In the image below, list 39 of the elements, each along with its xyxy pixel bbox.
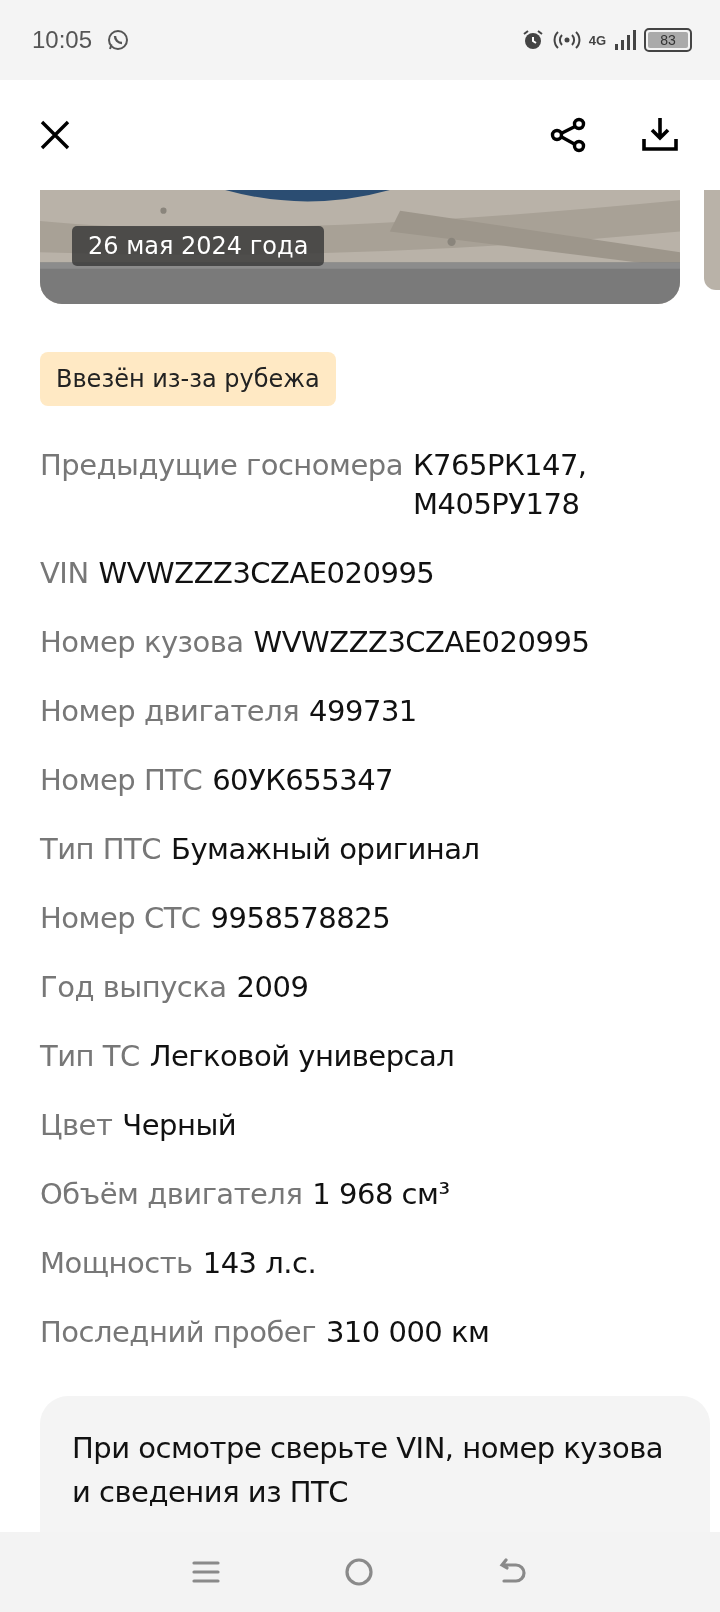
detail-value: Бумажный оригинал bbox=[171, 831, 480, 868]
detail-label: VIN bbox=[40, 555, 89, 592]
detail-label: Мощность bbox=[40, 1245, 193, 1282]
detail-label: Тип ТС bbox=[40, 1038, 140, 1075]
status-time: 10:05 bbox=[32, 26, 93, 54]
detail-value: Черный bbox=[122, 1107, 237, 1144]
detail-label: Предыдущие госномера bbox=[40, 447, 403, 484]
detail-label: Объём двигателя bbox=[40, 1176, 303, 1213]
import-tag: Ввезён из-за рубежа bbox=[40, 352, 336, 406]
battery-indicator: 83 bbox=[644, 28, 692, 52]
detail-label: Номер двигателя bbox=[40, 693, 300, 730]
detail-label: Номер ПТС bbox=[40, 762, 203, 799]
share-icon[interactable] bbox=[548, 115, 588, 155]
menu-icon[interactable] bbox=[192, 1558, 220, 1586]
notice-text: При осмотре сверьте VIN, номер кузова и сведения из ПТС bbox=[72, 1430, 665, 1511]
signal-icon bbox=[614, 29, 636, 51]
network-type: 4G bbox=[588, 32, 606, 48]
detail-label: Год выпуска bbox=[40, 969, 227, 1006]
close-icon[interactable] bbox=[40, 120, 70, 150]
detail-value: 2009 bbox=[236, 969, 309, 1006]
detail-value: 499731 bbox=[309, 693, 417, 730]
home-icon[interactable] bbox=[344, 1557, 374, 1587]
detail-label: Последний пробег bbox=[40, 1314, 316, 1351]
detail-value: WVWZZZ3CZAE020995 bbox=[253, 624, 590, 661]
detail-value: 60УК655347 bbox=[212, 762, 394, 799]
detail-value: 310 000 км bbox=[325, 1314, 490, 1351]
detail-value: К765РК147, М405РУ178 bbox=[412, 447, 588, 523]
detail-value: WVWZZZ3CZAE020995 bbox=[98, 555, 435, 592]
chat-app-icon bbox=[106, 28, 131, 52]
detail-label: Тип ПТС bbox=[40, 831, 161, 868]
detail-value: 143 л.с. bbox=[202, 1245, 317, 1282]
hotspot-icon bbox=[552, 28, 581, 52]
detail-label: Номер кузова bbox=[40, 624, 244, 661]
detail-value: 1 968 см³ bbox=[312, 1176, 450, 1213]
detail-value: Легковой универсал bbox=[149, 1038, 455, 1075]
photo-date: 26 мая 2024 года bbox=[72, 226, 325, 266]
detail-label: Номер СТС bbox=[40, 900, 201, 937]
detail-value: 9958578825 bbox=[210, 900, 391, 937]
detail-label: Цвет bbox=[40, 1107, 113, 1144]
